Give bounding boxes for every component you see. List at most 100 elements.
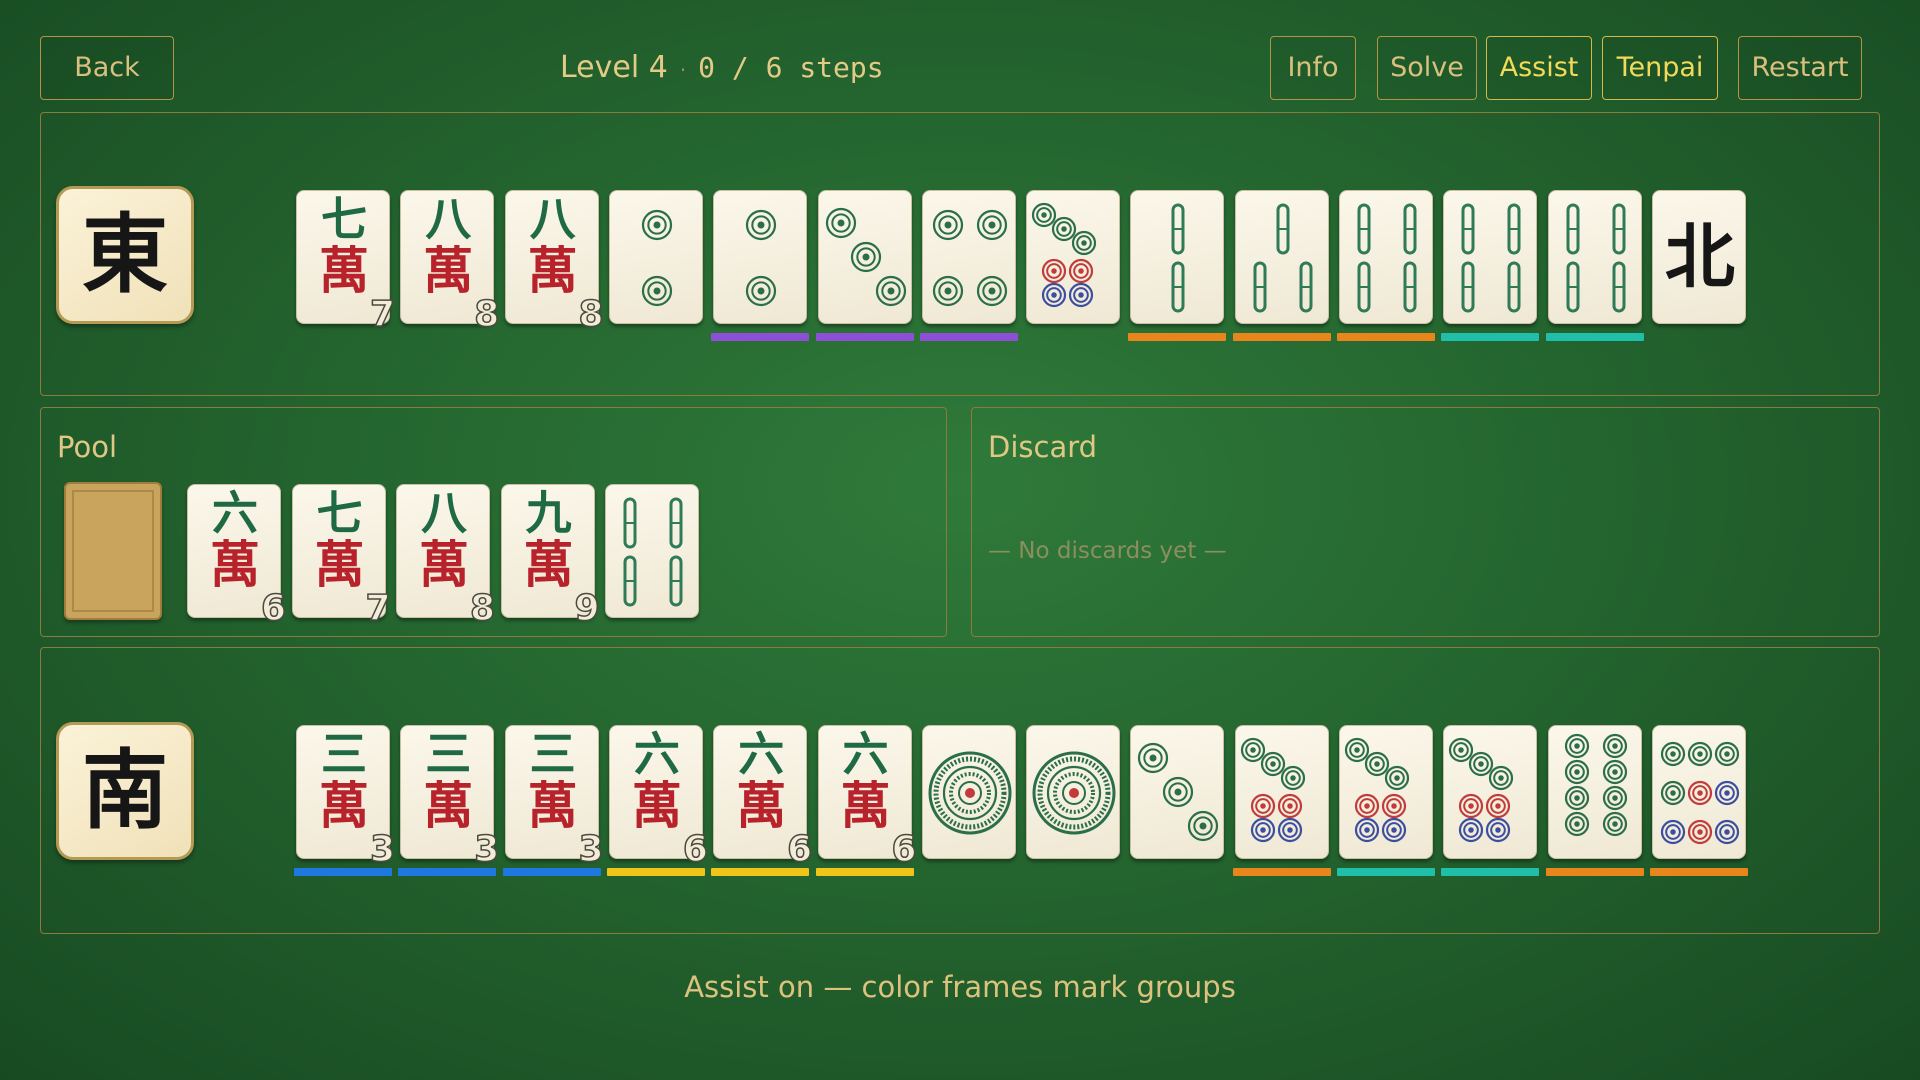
back-button[interactable]: Back [40,36,174,100]
group-marker-orange [1128,333,1227,341]
south-tile-6m[interactable]: 六萬6 [713,725,813,870]
tile-rank-kanji: 三 [529,727,576,781]
south-tile-1p[interactable] [1026,725,1121,859]
south-tile-9p[interactable] [1651,725,1746,859]
tile-rank-badge: 8 [469,588,496,630]
circles-4-icon [932,209,1007,307]
tile-rank-kanji: 三 [321,727,367,781]
info-button[interactable]: Info [1270,36,1356,100]
circles-3-icon [1138,742,1219,842]
solve-button[interactable]: Solve [1377,36,1477,100]
pool-title: Pool [57,430,117,464]
circles-7-icon [1031,202,1097,308]
tile-rank-kanji: 八 [529,192,576,246]
south-tile-3p[interactable] [1130,725,1225,859]
tile-rank-kanji: 六 [633,727,680,781]
tile-rank-kanji: 六 [212,486,258,540]
group-marker-teal [1337,868,1435,876]
group-marker-teal [1441,868,1540,876]
pool-tile-7m[interactable]: 七萬7 [291,484,391,629]
east-tile-7m[interactable]: 七萬7 [296,190,396,335]
tile-suit-kanji: 萬 [423,776,474,835]
group-marker-purple [711,333,810,341]
south-tile-7p[interactable] [1339,725,1433,859]
south-player-panel: 南 三萬3三萬3三萬3六萬6六萬6六萬6 [40,647,1880,934]
group-marker-purple [815,333,914,341]
pool-tile-6m[interactable]: 六萬6 [187,484,287,629]
tile-rank-kanji: 六 [738,727,785,781]
south-tile-3m[interactable]: 三萬3 [504,725,604,870]
tile-suit-kanji: 萬 [840,776,891,835]
tile-rank-badge: 8 [473,294,500,336]
east-tile-2s[interactable] [1130,190,1225,324]
level-indicator: Level 4 · 0 / 6 steps [560,48,884,88]
group-marker-teal [1545,333,1644,341]
east-tile-3s[interactable] [1234,190,1329,324]
group-marker-teal [1441,333,1540,341]
east-tile-8m[interactable]: 八萬8 [400,190,500,335]
tile-suit-kanji: 萬 [736,776,787,835]
group-marker-yellow [711,868,810,876]
east-tile-4p[interactable] [921,190,1016,324]
discard-title: Discard [988,430,1098,464]
east-tile-2p[interactable] [608,190,703,324]
restart-button[interactable]: Restart [1738,36,1862,100]
east-tile-7p[interactable] [1026,190,1121,324]
tile-rank-badge: 7 [369,294,396,336]
tile-suit-kanji: 萬 [423,241,474,300]
south-tile-1p[interactable] [921,725,1016,859]
tile-rank-kanji: 九 [525,486,572,540]
tile-rank-badge: 3 [473,829,500,871]
circles-1-icon [1032,751,1116,835]
tile-rank-kanji: 七 [321,192,367,246]
tile-rank-badge: 7 [365,588,392,630]
circles-2-icon [641,209,672,307]
circles-7-icon [1240,737,1305,843]
south-tile-7p[interactable] [1443,725,1538,859]
pool-panel: Pool 六萬6七萬7八萬8九萬9 [40,407,947,637]
tile-suit-kanji: 萬 [419,535,469,594]
south-tile-7p[interactable] [1234,725,1329,859]
east-tile-4s[interactable] [1339,190,1433,324]
assist-button[interactable]: Assist [1486,36,1592,100]
group-marker-blue [502,868,601,876]
tile-suit-kanji: 萬 [210,535,260,594]
south-tile-8p[interactable] [1547,725,1642,859]
tile-suit-kanji: 萬 [631,776,682,835]
east-tile-3p[interactable] [817,190,912,324]
group-marker-orange [1232,333,1331,341]
status-message: Assist on — color frames mark groups [684,970,1236,1004]
south-tile-3m[interactable]: 三萬3 [296,725,396,870]
tile-rank-badge: 9 [574,588,601,630]
south-wind-icon: 南 [56,722,194,860]
circles-3-icon [825,207,906,307]
south-tile-6m[interactable]: 六萬6 [608,725,709,870]
bamboo-4-icon [1357,203,1417,313]
tile-rank-kanji: 八 [421,486,467,540]
pool-tile-8m[interactable]: 八萬8 [396,484,496,629]
pool-tile-9m[interactable]: 九萬9 [500,484,600,629]
level-separator: · [679,58,687,82]
east-tile-8m[interactable]: 八萬8 [504,190,604,335]
circles-7-icon [1344,737,1410,843]
east-tile-2p[interactable] [713,190,808,324]
east-tile-4s[interactable] [1547,190,1642,324]
tile-rank-badge: 6 [891,829,918,871]
group-marker-blue [294,868,392,876]
south-tile-6m[interactable]: 六萬6 [817,725,917,870]
tile-rank-kanji: 六 [842,727,889,781]
tile-rank-kanji: 八 [425,192,472,246]
pool-tile-4s[interactable] [605,484,699,618]
east-tile-4s[interactable] [1443,190,1538,324]
step-counter: 0 / 6 steps [698,51,884,84]
east-tile-N[interactable]: 北 [1651,190,1746,324]
group-marker-yellow [815,868,914,876]
tenpai-button[interactable]: Tenpai [1602,36,1718,100]
level-label: Level 4 [560,50,668,85]
circles-1-icon [928,751,1012,835]
tile-rank-badge: 3 [369,829,396,871]
tile-rank-kanji: 七 [316,486,363,540]
face-down-draw-tile[interactable] [64,482,162,620]
tile-suit-kanji: 萬 [319,776,369,835]
south-tile-3m[interactable]: 三萬3 [400,725,500,870]
